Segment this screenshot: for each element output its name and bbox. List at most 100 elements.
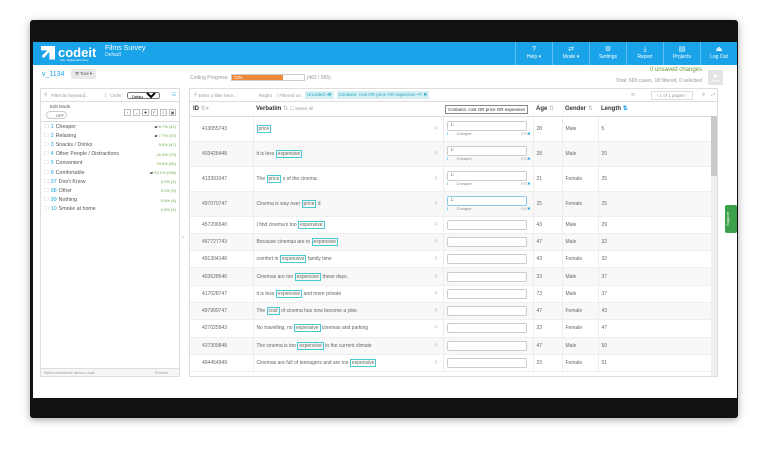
code-input[interactable] [446,254,527,265]
code-input[interactable] [446,271,527,282]
code-actions-icon[interactable]: ⊖⊖✖ [520,131,530,136]
nav-mode[interactable]: ⇄ Mode ▾ [552,42,589,65]
table-row[interactable]: 491304146 comfort in expensive family tim… [190,250,714,269]
checkbox[interactable]: ☐ [44,206,49,212]
col-verbatim[interactable]: Verbatim ⇅ ☐ Select all [253,102,443,117]
table-row[interactable]: 417028747 it is less expensive and more p… [190,285,714,303]
code-input[interactable]: 1: [446,171,527,181]
checkbox[interactable]: ☐ [44,179,49,185]
checkbox[interactable]: ☐ [44,197,49,203]
checkbox[interactable]: ☐ [44,133,49,139]
nav-projects[interactable]: ▤ Projects [663,42,700,65]
col-id[interactable]: ID ⇅▾ [190,102,253,117]
filter-chip-uncoded[interactable]: Uncoded ▪✖ [304,91,334,99]
flag-icon[interactable]: ⚐ [434,222,438,228]
support-tab[interactable]: Support [725,205,737,233]
table-row[interactable]: 403628546 Cinemas are too expensive these… [190,267,714,286]
variable-name[interactable]: v_1134 [42,71,64,78]
col-gender[interactable]: Gender ⇅ [562,102,598,117]
select-all-checkbox[interactable]: ☐ Select all [290,106,314,111]
code-item[interactable]: ☐ 6 Comfortable ▰ 53.1% (256) [41,168,179,177]
checkbox[interactable]: ☐ [44,160,49,166]
expand-icon[interactable]: › [124,109,131,116]
code-item[interactable]: ☐3Snacks / Drinks▰ 9.8% (47) [41,140,179,149]
table-row[interactable]: 413391047 The price s of the cinema. ⚐ 1: 1 C… [190,166,714,192]
checkbox[interactable]: ☐ [44,170,49,176]
regex-toggle[interactable]: RegEx [254,92,279,98]
code-input[interactable] [446,236,527,247]
code-item[interactable]: ☐99Nothing▰ 0.8% (4) [41,196,179,205]
code-item[interactable]: ☐4Other People / Distractions▰ 16.4% (79… [41,150,179,159]
nav-help[interactable]: ? Help ▾ [515,42,552,65]
code-item[interactable]: ☐97Don't Know▰ 0.0% (4) [41,177,179,186]
table-row[interactable]: 457206540 I find cinema's too expensive ⚐ 4… [190,216,714,234]
checkbox[interactable]: ☐ [44,151,49,157]
code-item[interactable]: ☐ 2 Relaxing ▰ 7.7% (37) [41,131,179,140]
list-icon[interactable]: ≡ [160,109,167,116]
col-length[interactable]: Length ⇅ [598,102,713,117]
panel-collapse-handle[interactable]: ‹ [182,235,184,241]
flag-icon[interactable]: ⚐ [434,256,438,262]
flag-icon[interactable]: F [151,109,158,116]
filter-input[interactable]: Enter a filter here... [199,93,254,98]
flag-icon[interactable]: ⚐ [434,176,438,182]
order-select[interactable]: Default [127,91,161,99]
list-view-icon[interactable]: ☰ [172,92,176,98]
code-input[interactable] [446,358,527,369]
collapse-icon[interactable]: ⌄ [133,109,140,116]
table-row[interactable]: 494454949 Cinemas are full of teenagers a… [190,354,714,373]
code-input[interactable] [446,288,527,299]
code-input[interactable] [446,340,527,351]
table-row[interactable]: 497070747 Cinema is way over price d ⚐ 1: 1 C… [190,191,714,217]
checkbox[interactable]: ☐ [44,142,49,148]
flag-icon[interactable]: ⚐ [434,343,438,349]
table-row[interactable]: 497999747 The cost of cinema has now beco… [190,302,714,321]
code-input[interactable]: 1: [446,196,527,206]
flag-icon[interactable]: ⚐ [434,325,438,331]
codeit-logo[interactable]: codeit from digital taxonomy [41,45,96,62]
code-actions-icon[interactable]: ⊖⊖✖ [520,181,530,186]
nav-report[interactable]: ⤓ Report [626,42,663,65]
flag-icon[interactable]: ⚐ [434,308,438,314]
fullscreen-icon[interactable]: ⤢ [711,92,715,97]
flag-icon[interactable]: ⚐ [434,201,438,207]
keyword-filter-input[interactable]: Filter by keyword... [51,92,107,98]
code-actions-icon[interactable]: ⊖⊖✖ [520,156,530,161]
checkbox[interactable]: ☐ [44,124,49,130]
checkbox[interactable]: ☐ [44,188,49,194]
table-row[interactable]: 467727743 Because cinemas are to expensiv… [190,233,714,252]
code-item[interactable]: ☐10Smoke at home▰ 0.8% (4) [41,205,179,214]
table-row[interactable]: 413055743 price ⚐ 1: 1 Cheaper ⊖⊖✖ 28 Male 5 [190,116,714,142]
code-input[interactable]: 1: [446,121,527,131]
flag-icon[interactable]: ⚐ [434,291,438,297]
save-button[interactable]: ▣ Save [708,70,723,85]
flag-icon[interactable]: ⚐ [434,360,438,366]
code-input[interactable] [446,219,527,230]
flag-icon[interactable]: ⚐ [434,126,438,132]
flag-icon[interactable]: ⚐ [434,239,438,245]
table-row[interactable]: 427025943 No travelling, no expensive cin… [190,319,714,338]
refresh-icon[interactable]: ⟳ [631,92,635,98]
image-icon[interactable]: ▣ [169,109,176,116]
code-input[interactable]: 1: [446,146,527,156]
code-item[interactable]: ☐98Other▰ 0.0% (0) [41,186,179,195]
code-actions-icon[interactable]: ⊖⊖✖ [520,206,530,211]
code-input[interactable] [446,306,527,317]
col-age[interactable]: Age ⇅ [533,102,562,117]
table-row[interactable]: 437309848 The cinema is too expensive in … [190,337,714,355]
code-item[interactable]: ☐5Convenient▰ 19.5% (94) [41,159,179,168]
nav-logout[interactable]: ⏏ Log Out [700,42,737,65]
table-row[interactable]: 403428448 it is less expensive ⚐ 1: 1 Cheaper… [190,141,714,167]
filter-chip-contains[interactable]: Contains: cost OR price OR expensive ▪✎ … [336,91,430,99]
edit-mode-toggle[interactable]: OFF [46,111,67,119]
flag-icon[interactable]: ⚐ [434,151,438,157]
code-item[interactable]: ☐ 1 Cheaper ▰ 8.7% (42) [41,122,179,131]
tool-dropdown[interactable]: ⚒ Tool ▾ [71,69,96,79]
table-scrollbar[interactable] [711,116,717,376]
nav-settings[interactable]: ⚙ Settings [589,42,626,65]
search-icon[interactable]: ⚲ [702,92,705,98]
pagination[interactable]: ‹ 1 of 1 pages › [650,91,693,100]
add-icon[interactable]: ✚ [142,109,149,116]
flag-icon[interactable]: ⚐ [434,274,438,280]
code-input[interactable] [446,323,527,334]
